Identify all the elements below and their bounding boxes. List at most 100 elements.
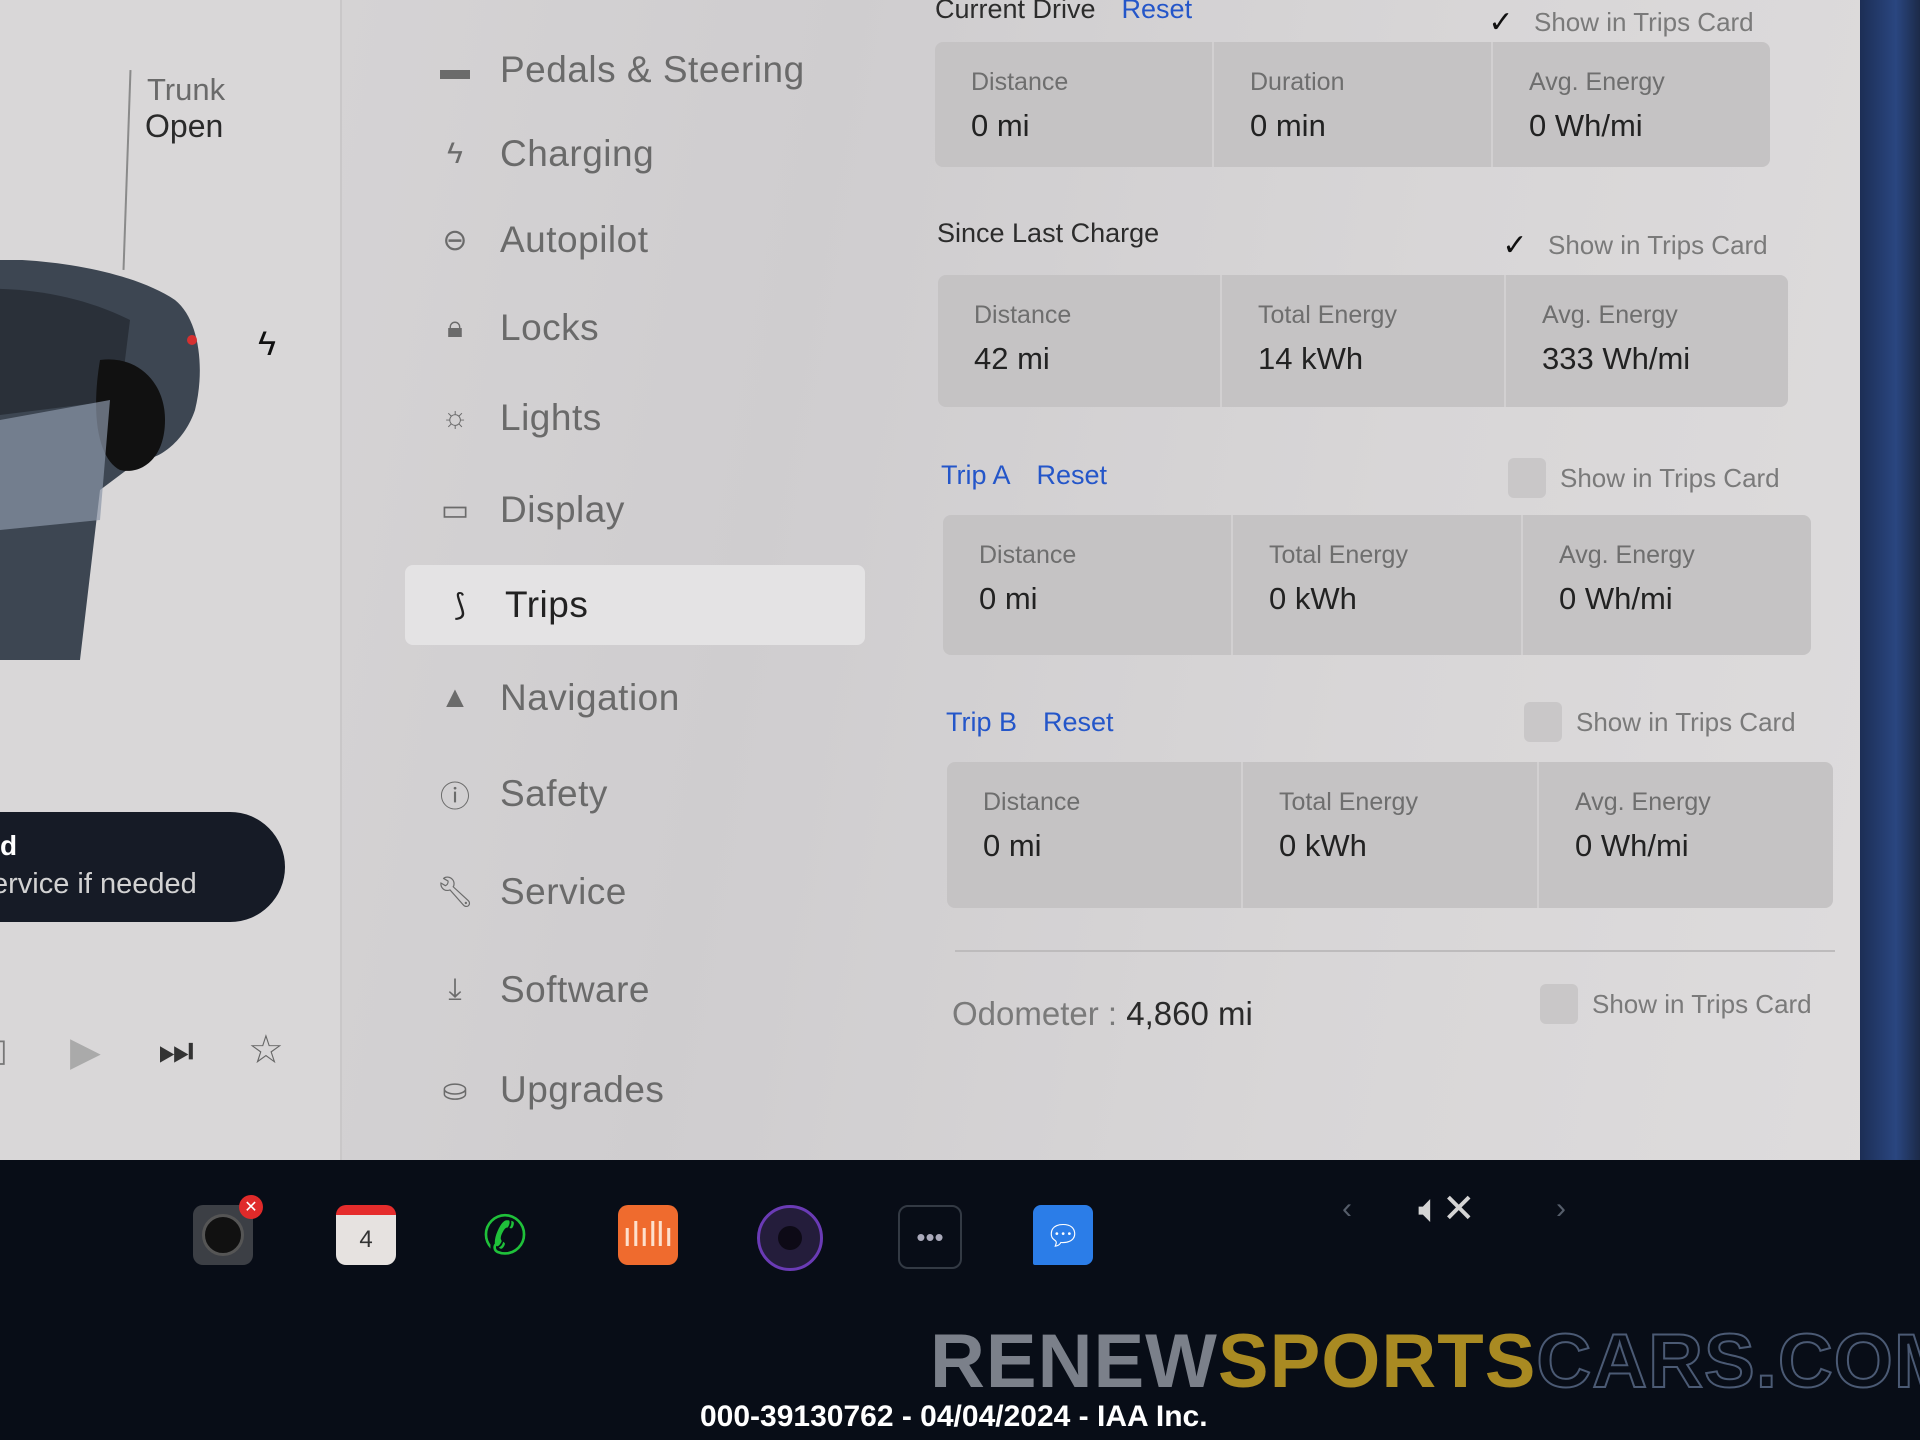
stat-value: 42 mi [974, 341, 1050, 376]
watermark-part: SPORTS [1217, 1319, 1537, 1404]
menu-item-trips[interactable]: ⟆ Trips [405, 565, 865, 645]
checkbox-unchecked[interactable] [1508, 458, 1546, 498]
stat-value: 0 kWh [1279, 828, 1367, 863]
menu-item-autopilot[interactable]: ⊖ Autopilot [400, 200, 865, 280]
stat-avg-energy: Avg. Energy 0 Wh/mi [1539, 762, 1833, 908]
stat-value: 333 Wh/mi [1542, 341, 1691, 376]
lightning-bolt-icon: ϟ [258, 325, 276, 363]
stat-label: Distance [983, 788, 1081, 816]
show-in-card-label: Show in Trips Card [1560, 462, 1780, 493]
watermark-part: CARS.COM [1535, 1318, 1920, 1405]
trip-a-reset-button[interactable]: Reset [1037, 460, 1108, 491]
checkbox-checked-icon[interactable]: ✓ [1482, 2, 1520, 42]
menu-item-pedals-steering[interactable]: ▬ Pedals & Steering [400, 30, 865, 110]
steering-wheel-icon: ⊖ [442, 223, 468, 257]
stat-label: Avg. Energy [1542, 301, 1678, 329]
trip-a-card: Distance 0 mi Total Energy 0 kWh Avg. Ener… [943, 515, 1811, 655]
screen-bezel [1860, 0, 1920, 1165]
checkbox-unchecked[interactable] [1540, 984, 1578, 1024]
trip-b-show-in-card[interactable]: Show in Trips Card [1524, 702, 1796, 742]
menu-item-safety[interactable]: ⓘ Safety [400, 754, 865, 834]
show-in-card-label: Show in Trips Card [1534, 6, 1754, 37]
menu-label: Software [500, 969, 651, 1010]
trip-b-reset-button[interactable]: Reset [1043, 707, 1114, 738]
volume-muted-icon[interactable]: 🔈︎✕ [1418, 1186, 1476, 1232]
menu-item-charging[interactable]: ϟ Charging [400, 114, 865, 194]
odometer-label: Odometer : [952, 995, 1118, 1032]
alert-title: d [0, 830, 18, 861]
audio-icon[interactable]: ılıllı [618, 1205, 678, 1265]
phone-icon[interactable]: ✆ [475, 1205, 535, 1266]
menu-item-display[interactable]: ▭ Display [400, 470, 865, 550]
camera-lens [202, 1214, 244, 1256]
odometer-show-in-card[interactable]: Show in Trips Card [1540, 984, 1812, 1024]
stat-label: Distance [979, 541, 1077, 569]
menu-item-locks[interactable]: 🔒︎ Locks [400, 288, 865, 368]
stat-value: 0 Wh/mi [1529, 108, 1643, 143]
current-drive-reset-button[interactable]: Reset [1122, 0, 1193, 25]
display-icon: ▭ [440, 493, 470, 527]
calendar-icon[interactable]: 4 [336, 1205, 396, 1265]
alert-message: ervice if needed [0, 868, 197, 900]
since-last-charge-show-in-card[interactable]: ✓ Show in Trips Card [1496, 225, 1768, 265]
trunk-open-button[interactable]: Open [145, 108, 223, 145]
calendar-day: 4 [359, 1226, 373, 1253]
menu-item-lights[interactable]: ☼ Lights [400, 378, 865, 458]
play-icon[interactable]: ▶ [70, 1029, 101, 1075]
trip-a-title[interactable]: Trip A [941, 460, 1011, 491]
dashcam-icon[interactable] [757, 1205, 823, 1271]
stat-label: Total Energy [1279, 788, 1418, 816]
sun-icon: ☼ [441, 401, 469, 434]
stat-value: 0 Wh/mi [1559, 581, 1673, 616]
show-in-card-label: Show in Trips Card [1548, 229, 1768, 260]
menu-item-service[interactable]: 🔧︎ Service [400, 852, 865, 932]
stat-label: Duration [1250, 68, 1345, 96]
section-title: Current Drive [935, 0, 1096, 24]
skip-next-icon[interactable]: ⏭ [158, 1029, 194, 1074]
menu-label: Trips [505, 584, 589, 625]
trunk-label: Trunk [147, 72, 226, 107]
camera-icon[interactable]: ✕ [193, 1195, 263, 1265]
favorite-star-icon[interactable]: ☆ [248, 1027, 284, 1073]
menu-item-software[interactable]: ⤓ Software [400, 950, 865, 1030]
divider [955, 950, 1835, 952]
menu-label: Autopilot [500, 219, 649, 260]
previous-icon[interactable]: ▯ [0, 1031, 8, 1069]
stat-avg-energy: Avg. Energy 333 Wh/mi [1506, 275, 1788, 407]
service-alert-toast[interactable]: d ervice if needed [0, 812, 285, 922]
car-image [0, 260, 200, 660]
menu-item-upgrades[interactable]: ⛀ Upgrades [400, 1050, 865, 1130]
stat-label: Distance [974, 301, 1072, 329]
trunk-indicator-line [122, 70, 132, 270]
shopping-bag-icon: ⛀ [442, 1073, 468, 1107]
stat-value: 0 mi [983, 828, 1042, 863]
stat-value: 0 kWh [1269, 581, 1357, 616]
trip-b-card: Distance 0 mi Total Energy 0 kWh Avg. Ener… [947, 762, 1833, 908]
checkbox-checked-icon[interactable]: ✓ [1496, 225, 1534, 265]
chevron-left-icon[interactable]: ‹ [1342, 1192, 1352, 1226]
stat-value: 14 kWh [1258, 341, 1364, 376]
trip-a-show-in-card[interactable]: Show in Trips Card [1508, 458, 1780, 498]
watermark-part: RENEW [930, 1319, 1218, 1404]
odometer-value: 4,860 mi [1126, 995, 1253, 1032]
current-drive-show-in-card[interactable]: ✓ Show in Trips Card [1482, 2, 1754, 42]
menu-item-navigation[interactable]: ▲ Navigation [400, 658, 865, 738]
section-title: Since Last Charge [937, 218, 1160, 248]
chevron-right-icon[interactable]: › [1556, 1192, 1566, 1226]
odometer: Odometer : 4,860 mi [952, 995, 1253, 1033]
trip-b-title[interactable]: Trip B [946, 707, 1017, 738]
checkbox-unchecked[interactable] [1524, 702, 1562, 742]
car-status-panel: Trunk Open ϟ d ervice if needed ▯ ▶ ⏭ ☆ [0, 0, 342, 1160]
stat-value: 0 mi [979, 581, 1038, 616]
stat-total-energy: Total Energy 0 kWh [1233, 515, 1523, 655]
more-icon[interactable]: ••• [898, 1205, 962, 1269]
messages-icon[interactable]: 💬︎ [1033, 1205, 1093, 1265]
lightning-icon: ϟ [447, 137, 463, 170]
media-controls: ▯ ▶ ⏭ ☆ [0, 1025, 330, 1085]
show-in-card-label: Show in Trips Card [1592, 988, 1812, 1019]
stat-value: 0 min [1250, 108, 1326, 143]
stat-avg-energy: Avg. Energy 0 Wh/mi [1523, 515, 1811, 655]
menu-label: Upgrades [500, 1069, 665, 1110]
stat-label: Avg. Energy [1529, 68, 1665, 96]
menu-label: Navigation [500, 677, 680, 718]
